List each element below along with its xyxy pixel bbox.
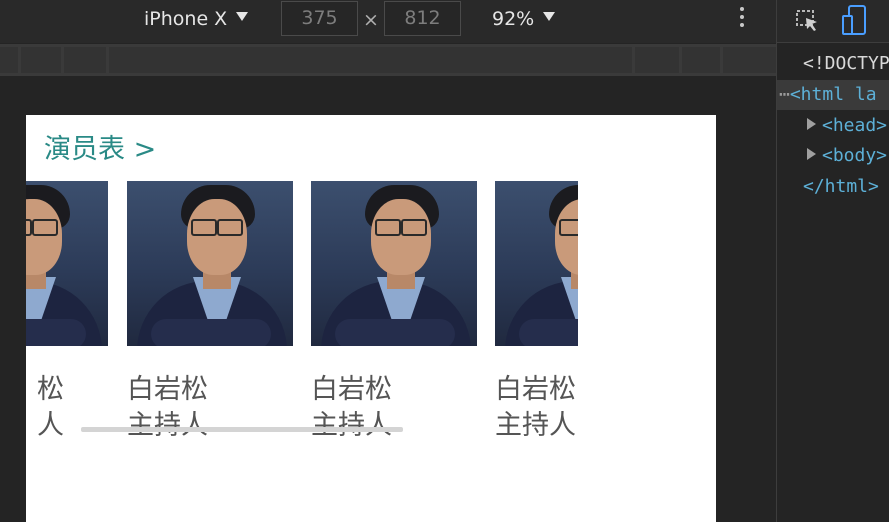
media-query-segment[interactable] — [64, 47, 106, 73]
dom-doctype-node[interactable]: <!DOCTYPE — [803, 53, 889, 74]
dimension-separator: × — [363, 9, 379, 31]
dom-body-tag: <body> — [822, 145, 888, 166]
cast-list-title[interactable]: 演员表 > — [44, 127, 156, 166]
expand-triangle-icon[interactable] — [807, 148, 816, 160]
media-query-segment[interactable] — [21, 47, 61, 73]
actor-photo — [311, 181, 477, 346]
device-toolbar-toggle-icon[interactable] — [841, 4, 867, 36]
node-ellipsis-icon[interactable]: ⋯ — [779, 84, 790, 105]
actor-role: 主持人 — [311, 410, 392, 441]
media-query-segment[interactable] — [682, 47, 720, 73]
horizontal-scrollbar[interactable] — [81, 427, 403, 432]
media-query-segment[interactable] — [109, 47, 632, 73]
devtools-toolbar — [777, 0, 889, 43]
cast-card[interactable]: 白岩松 主持人 — [311, 181, 477, 441]
viewport-height-input[interactable]: 812 — [384, 1, 461, 36]
device-dropdown-arrow-icon[interactable] — [236, 12, 248, 21]
zoom-dropdown-arrow-icon[interactable] — [543, 12, 555, 21]
cast-card[interactable]: 白岩松 主持人 — [127, 181, 293, 441]
actor-role: 主持人 — [495, 410, 576, 441]
inspect-element-icon[interactable] — [795, 8, 821, 34]
actor-role: 主持人 — [127, 410, 208, 441]
device-toolbar: iPhone X 375 × 812 92% — [0, 0, 776, 43]
actor-name: 白岩松 — [127, 374, 208, 405]
more-options-icon[interactable] — [737, 7, 747, 33]
cast-card[interactable]: 松 人 — [26, 181, 108, 441]
actor-photo — [495, 181, 578, 346]
expand-triangle-icon[interactable] — [807, 118, 816, 130]
media-query-bar — [0, 44, 776, 76]
dom-body-node[interactable]: <body> — [807, 145, 887, 166]
media-query-segment[interactable] — [723, 47, 776, 73]
cast-card[interactable]: 白岩松 主持人 — [495, 181, 578, 441]
viewport-width-input[interactable]: 375 — [281, 1, 358, 36]
actor-photo — [26, 181, 108, 346]
dom-html-close-node[interactable]: </html> — [803, 176, 879, 197]
devtools-elements-panel: <!DOCTYPE ⋯<html la <head> <body> </html… — [777, 0, 889, 522]
zoom-select[interactable]: 92% — [492, 8, 534, 30]
actor-role: 人 — [37, 410, 64, 441]
actor-name: 松 — [37, 374, 64, 405]
dom-head-node[interactable]: <head> — [807, 115, 887, 136]
emulated-viewport: 演员表 > 松 人 白岩松 主持人 白岩松 主持人 白岩松 主持人 — [26, 115, 716, 522]
dom-html-node[interactable]: ⋯<html la — [777, 80, 889, 110]
device-select[interactable]: iPhone X — [144, 8, 227, 30]
actor-name: 白岩松 — [495, 374, 576, 405]
dom-head-tag: <head> — [822, 115, 888, 136]
actor-photo — [127, 181, 293, 346]
dom-html-tag: <html la — [789, 84, 877, 105]
media-query-segment[interactable] — [0, 47, 18, 73]
media-query-segment[interactable] — [635, 47, 679, 73]
actor-name: 白岩松 — [311, 374, 392, 405]
cast-scroll-strip[interactable]: 松 人 白岩松 主持人 白岩松 主持人 白岩松 主持人 — [26, 181, 578, 441]
